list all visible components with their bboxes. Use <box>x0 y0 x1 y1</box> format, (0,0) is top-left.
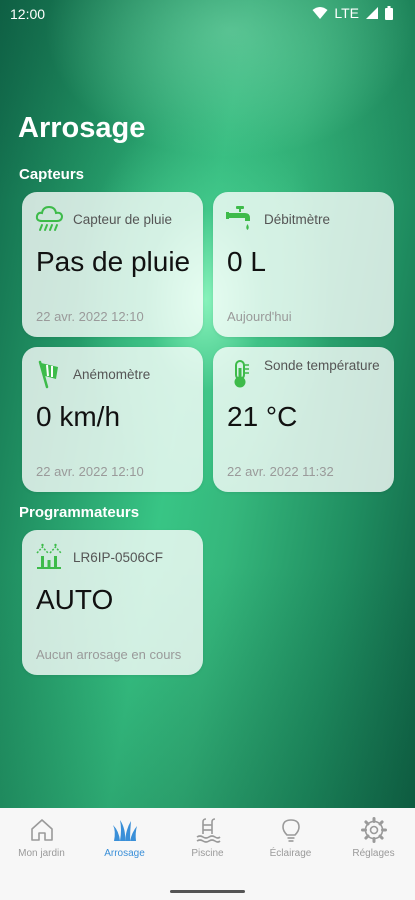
nav-item-piscine[interactable]: Piscine <box>166 816 249 859</box>
faucet-icon <box>226 206 250 230</box>
lightbulb-icon <box>281 819 300 842</box>
card-value: 0 L <box>227 246 266 277</box>
card-label: Débitmètre <box>264 212 331 227</box>
card-label: Capteur de pluie <box>73 212 173 227</box>
rain-cloud-icon <box>35 205 64 231</box>
status-bar: 12:00 LTE <box>0 0 415 28</box>
bottom-navigation: Mon jardin Arrosage Piscine Éclairage Ré… <box>0 808 415 900</box>
pool-ladder-icon <box>196 818 221 843</box>
nav-label: Réglages <box>352 848 395 859</box>
card-value: AUTO <box>36 584 114 615</box>
card-anemometer[interactable]: Anémomètre 0 km/h 22 avr. 2022 12:10 <box>22 347 203 492</box>
sprinkler-controller-icon <box>36 543 62 569</box>
section-title-controllers: Programmateurs <box>19 504 140 521</box>
card-value: 0 km/h <box>36 401 121 432</box>
card-value: Pas de pluie <box>36 246 191 277</box>
nav-label: Piscine <box>191 848 224 859</box>
nav-item-mon-jardin[interactable]: Mon jardin <box>0 816 83 859</box>
card-timestamp: Aujourd'hui <box>227 309 292 324</box>
signal-icon <box>366 7 378 19</box>
status-icons: LTE <box>312 5 393 21</box>
windsock-icon <box>38 360 58 389</box>
card-timestamp: 22 avr. 2022 12:10 <box>36 464 144 479</box>
status-time: 12:00 <box>10 6 46 22</box>
nav-label: Arrosage <box>104 848 145 859</box>
page-title: Arrosage <box>18 112 146 144</box>
card-timestamp: 22 avr. 2022 11:32 <box>227 464 334 479</box>
grass-icon <box>112 820 137 841</box>
card-controller[interactable]: LR6IP-0506CF AUTO Aucun arrosage en cour… <box>22 530 203 675</box>
section-title-sensors: Capteurs <box>19 166 85 183</box>
battery-icon <box>385 6 393 20</box>
nav-item-reglages[interactable]: Réglages <box>332 816 415 859</box>
wifi-icon <box>312 7 328 19</box>
card-temperature-probe[interactable]: Sonde température 21 °C 22 avr. 2022 11:… <box>213 347 394 492</box>
card-status: Aucun arrosage en cours <box>36 647 182 662</box>
nav-item-arrosage[interactable]: Arrosage <box>83 816 166 859</box>
nav-label: Éclairage <box>269 848 312 859</box>
card-rain-sensor[interactable]: Capteur de pluie Pas de pluie 22 avr. 20… <box>22 192 203 337</box>
card-label: Sonde température <box>264 358 380 373</box>
card-label: Anémomètre <box>73 367 151 382</box>
home-icon <box>30 819 53 841</box>
home-indicator[interactable] <box>170 890 245 893</box>
card-label: LR6IP-0506CF <box>73 550 164 565</box>
nav-item-eclairage[interactable]: Éclairage <box>249 816 332 859</box>
network-label: LTE <box>334 5 359 21</box>
card-timestamp: 22 avr. 2022 12:10 <box>36 309 144 324</box>
thermometer-icon <box>234 360 249 388</box>
gear-icon <box>360 817 387 843</box>
nav-label: Mon jardin <box>18 848 65 859</box>
card-flow-meter[interactable]: Débitmètre 0 L Aujourd'hui <box>213 192 394 337</box>
card-value: 21 °C <box>227 401 298 432</box>
